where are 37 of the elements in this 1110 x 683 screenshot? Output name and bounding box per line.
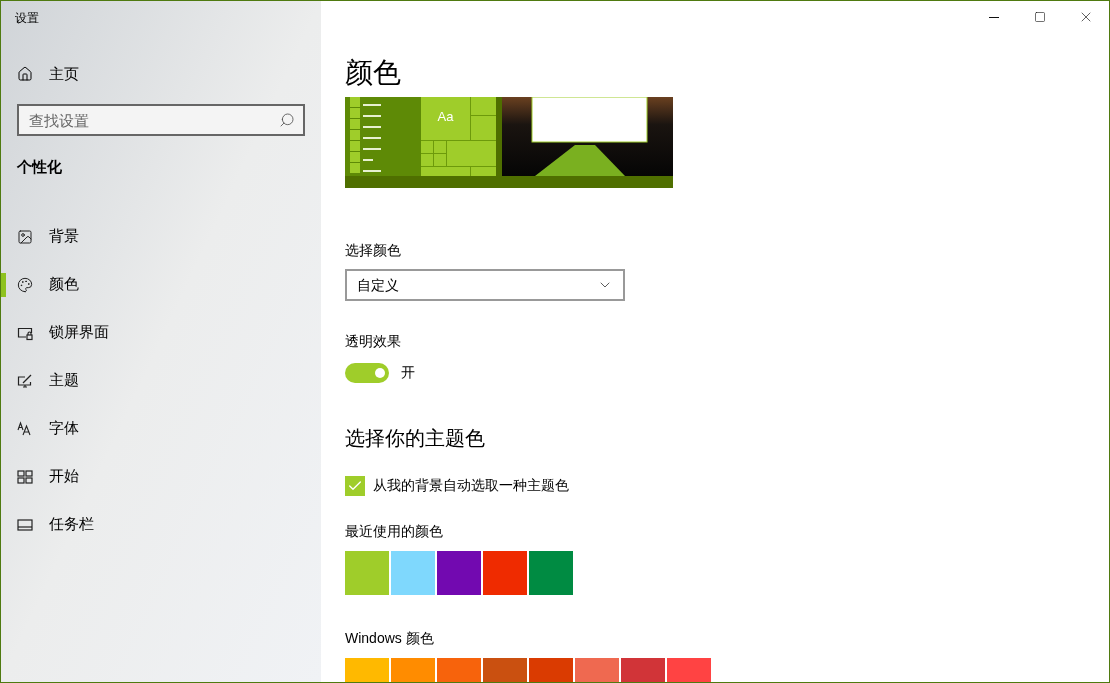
nav-item[interactable]: 开始 xyxy=(1,452,321,501)
color-swatch[interactable] xyxy=(483,551,527,595)
auto-accent-checkbox[interactable]: 从我的背景自动选取一种主题色 xyxy=(345,475,1109,496)
picture-icon xyxy=(17,228,33,245)
color-swatch[interactable] xyxy=(529,551,573,595)
nav-item[interactable]: 任务栏 xyxy=(1,500,321,549)
search-field[interactable]: 查找设置 xyxy=(17,104,305,136)
tiles-icon xyxy=(17,468,33,485)
page-title: 颜色 xyxy=(345,56,402,90)
color-dropdown[interactable]: 自定义 xyxy=(345,269,625,301)
field-label: Windows 颜色 xyxy=(345,629,435,648)
field-label: 最近使用的颜色 xyxy=(345,522,444,541)
nav-item[interactable]: 主题 xyxy=(1,356,321,405)
nav-item[interactable]: 字体 xyxy=(1,404,321,453)
color-swatch[interactable] xyxy=(345,551,389,595)
field-label: 透明效果 xyxy=(345,332,402,351)
field-label: 选择颜色 xyxy=(345,241,402,260)
palette-icon xyxy=(17,276,33,293)
toggle-switch[interactable] xyxy=(345,362,389,383)
section-heading: 选择你的主题色 xyxy=(345,426,486,451)
monitor-brush-icon xyxy=(17,372,33,389)
search-icon xyxy=(279,112,295,128)
nav-item[interactable]: 背景 xyxy=(1,212,321,261)
font-icon xyxy=(17,420,33,437)
nav-item[interactable]: 颜色 xyxy=(1,260,321,309)
color-swatch[interactable] xyxy=(391,551,435,595)
section-heading: 个性化 xyxy=(16,157,63,177)
maximize-icon xyxy=(1034,11,1046,23)
taskbar-icon xyxy=(17,516,33,533)
minimize-icon xyxy=(989,16,999,18)
window-title: 设置 xyxy=(14,10,40,27)
color-swatch[interactable] xyxy=(437,551,481,595)
home-icon xyxy=(17,66,33,82)
tile-label: Aa xyxy=(436,108,455,126)
toggle-state: 开 xyxy=(401,363,415,382)
home-link[interactable]: 主页 xyxy=(1,54,321,94)
nav-item[interactable]: 锁屏界面 xyxy=(1,308,321,357)
